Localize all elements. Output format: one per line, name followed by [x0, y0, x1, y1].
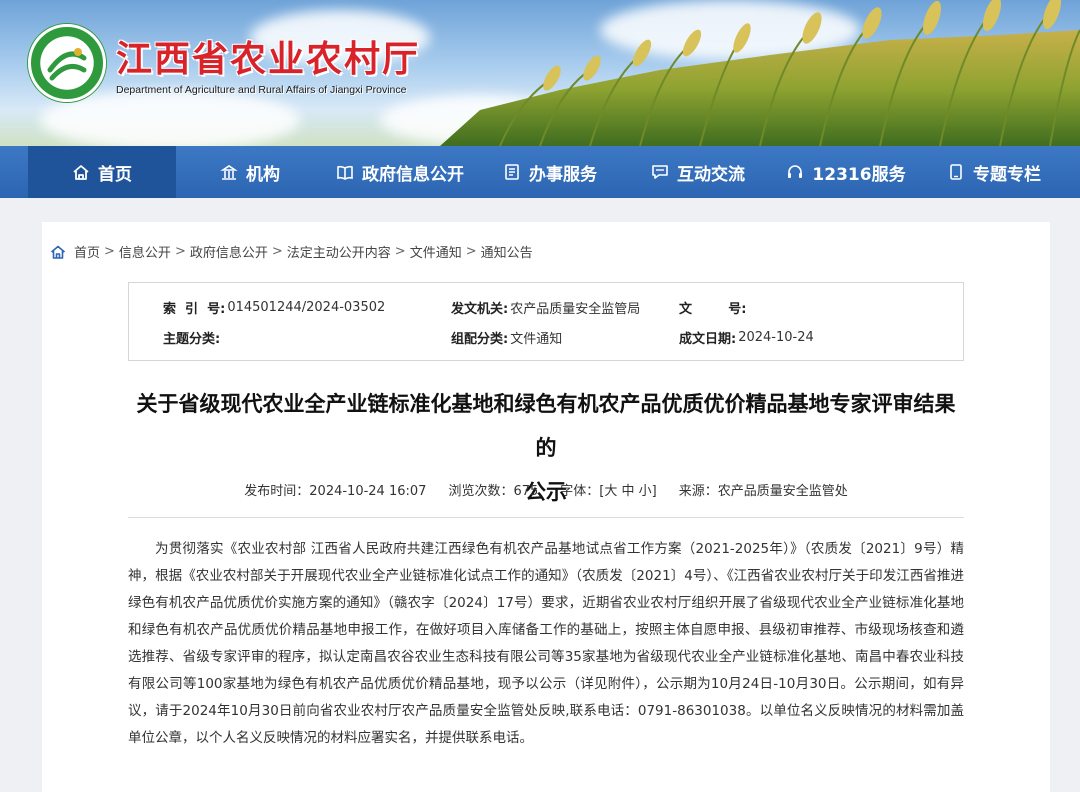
breadcrumb: 首页 > 信息公开 > 政府信息公开 > 法定主动公开内容 > 文件通知 > 通知公告 — [50, 242, 533, 261]
meta-date-value: 2024-10-24 — [738, 329, 814, 345]
breadcrumb-separator: > — [465, 244, 477, 259]
book-icon — [337, 165, 353, 180]
breadcrumb-separator: > — [104, 244, 115, 259]
nav-item-special[interactable]: 专题专栏 — [920, 146, 1068, 198]
meta-topic: 主题分类: — [163, 327, 222, 347]
meta-date-label: 成文日期: — [679, 331, 737, 347]
nav-item-institution[interactable]: 机构 — [176, 146, 324, 198]
meta-index: 索 引 号: 014501244/2024-03502 — [163, 297, 385, 317]
nav-item-label: 专题专栏 — [973, 164, 1041, 185]
nav-item-gov-info[interactable]: 政府信息公开 — [324, 146, 476, 198]
meta-category: 组配分类: 文件通知 — [451, 327, 562, 347]
tablet-icon — [950, 164, 962, 180]
nav-item-label: 互动交流 — [677, 164, 745, 185]
meta-index-value: 014501244/2024-03502 — [227, 299, 386, 315]
nav-item-label: 政府信息公开 — [362, 164, 464, 185]
meta-issuer-label: 发文机关: — [451, 301, 509, 317]
breadcrumb-link-statutory[interactable]: 法定主动公开内容 — [287, 242, 391, 261]
publish-time: 发布时间：2024-10-24 16:07 — [244, 484, 427, 499]
home-icon — [73, 165, 89, 180]
meta-category-label: 组配分类: — [451, 331, 509, 347]
article-info-line: 发布时间：2024-10-24 16:07 浏览次数：675 字体：[大 中 小… — [128, 480, 964, 502]
nav-item-label: 12316服务 — [812, 164, 906, 185]
meta-date: 成文日期: 2024-10-24 — [679, 327, 814, 347]
headset-icon — [788, 165, 803, 178]
breadcrumb-link-announcements[interactable]: 通知公告 — [481, 242, 533, 261]
nav-item-label: 机构 — [246, 164, 280, 185]
home-icon[interactable] — [50, 244, 66, 260]
institution-icon — [220, 165, 238, 180]
main-nav: 首页 机构 政府信息公开 办事服务 互动交流 12316服务 专题专栏 — [0, 146, 1080, 198]
meta-docno-label: 文 号: — [679, 301, 747, 317]
divider — [128, 517, 964, 518]
breadcrumb-separator: > — [271, 244, 283, 259]
nav-item-label: 办事服务 — [529, 164, 597, 185]
nav-item-12316[interactable]: 12316服务 — [772, 146, 920, 198]
nav-item-label: 首页 — [98, 164, 132, 185]
emblem-icon — [28, 24, 106, 102]
article-paragraph: 为贯彻落实《农业农村部 江西省人民政府共建江西绿色有机农产品基地试点省工作方案（… — [128, 541, 964, 746]
chat-icon — [652, 165, 668, 179]
article-source: 来源：农产品质量安全监管处 — [678, 484, 848, 499]
site-title: 江西省农业农村厅 — [116, 38, 421, 80]
nav-item-interaction[interactable]: 互动交流 — [624, 146, 772, 198]
meta-category-value: 文件通知 — [510, 331, 563, 347]
meta-issuer-value: 农产品质量安全监管局 — [510, 301, 641, 317]
article-card: 首页 > 信息公开 > 政府信息公开 > 法定主动公开内容 > 文件通知 > 通知公告 索… — [42, 222, 1050, 792]
nav-item-home[interactable]: 首页 — [28, 146, 176, 198]
breadcrumb-separator: > — [394, 244, 406, 259]
meta-docno: 文 号: — [679, 297, 748, 317]
article-body: 为贯彻落实《农业农村部 江西省人民政府共建江西绿色有机农产品基地试点省工作方案（… — [128, 536, 964, 752]
breadcrumb-link-gov-info[interactable]: 政府信息公开 — [190, 242, 268, 261]
meta-topic-label: 主题分类: — [163, 331, 221, 347]
rice-field-image — [440, 0, 1080, 146]
document-meta-box: 索 引 号: 014501244/2024-03502 发文机关: 农产品质量安… — [128, 282, 964, 361]
article-title-line: 关于省级现代农业全产业链标准化基地和绿色有机农产品优质优价精品基地专家评审结果的 — [136, 392, 956, 460]
breadcrumb-link-home[interactable]: 首页 — [74, 242, 100, 261]
nav-item-services[interactable]: 办事服务 — [476, 146, 624, 198]
meta-index-label: 索 引 号: — [163, 301, 226, 317]
document-icon — [505, 164, 519, 180]
breadcrumb-link-notices[interactable]: 文件通知 — [410, 242, 462, 261]
font-size-switch[interactable]: 字体：[大 中 小] — [560, 480, 656, 502]
site-logo[interactable]: 江西省农业农村厅 Department of Agriculture and R… — [28, 24, 420, 102]
breadcrumb-separator: > — [174, 244, 186, 259]
site-subtitle: Department of Agriculture and Rural Affa… — [116, 84, 407, 96]
breadcrumb-link-info[interactable]: 信息公开 — [119, 242, 171, 261]
view-count: 浏览次数：675 — [448, 484, 539, 499]
meta-issuer: 发文机关: 农产品质量安全监管局 — [451, 297, 640, 317]
site-banner: 江西省农业农村厅 Department of Agriculture and R… — [0, 0, 1080, 146]
